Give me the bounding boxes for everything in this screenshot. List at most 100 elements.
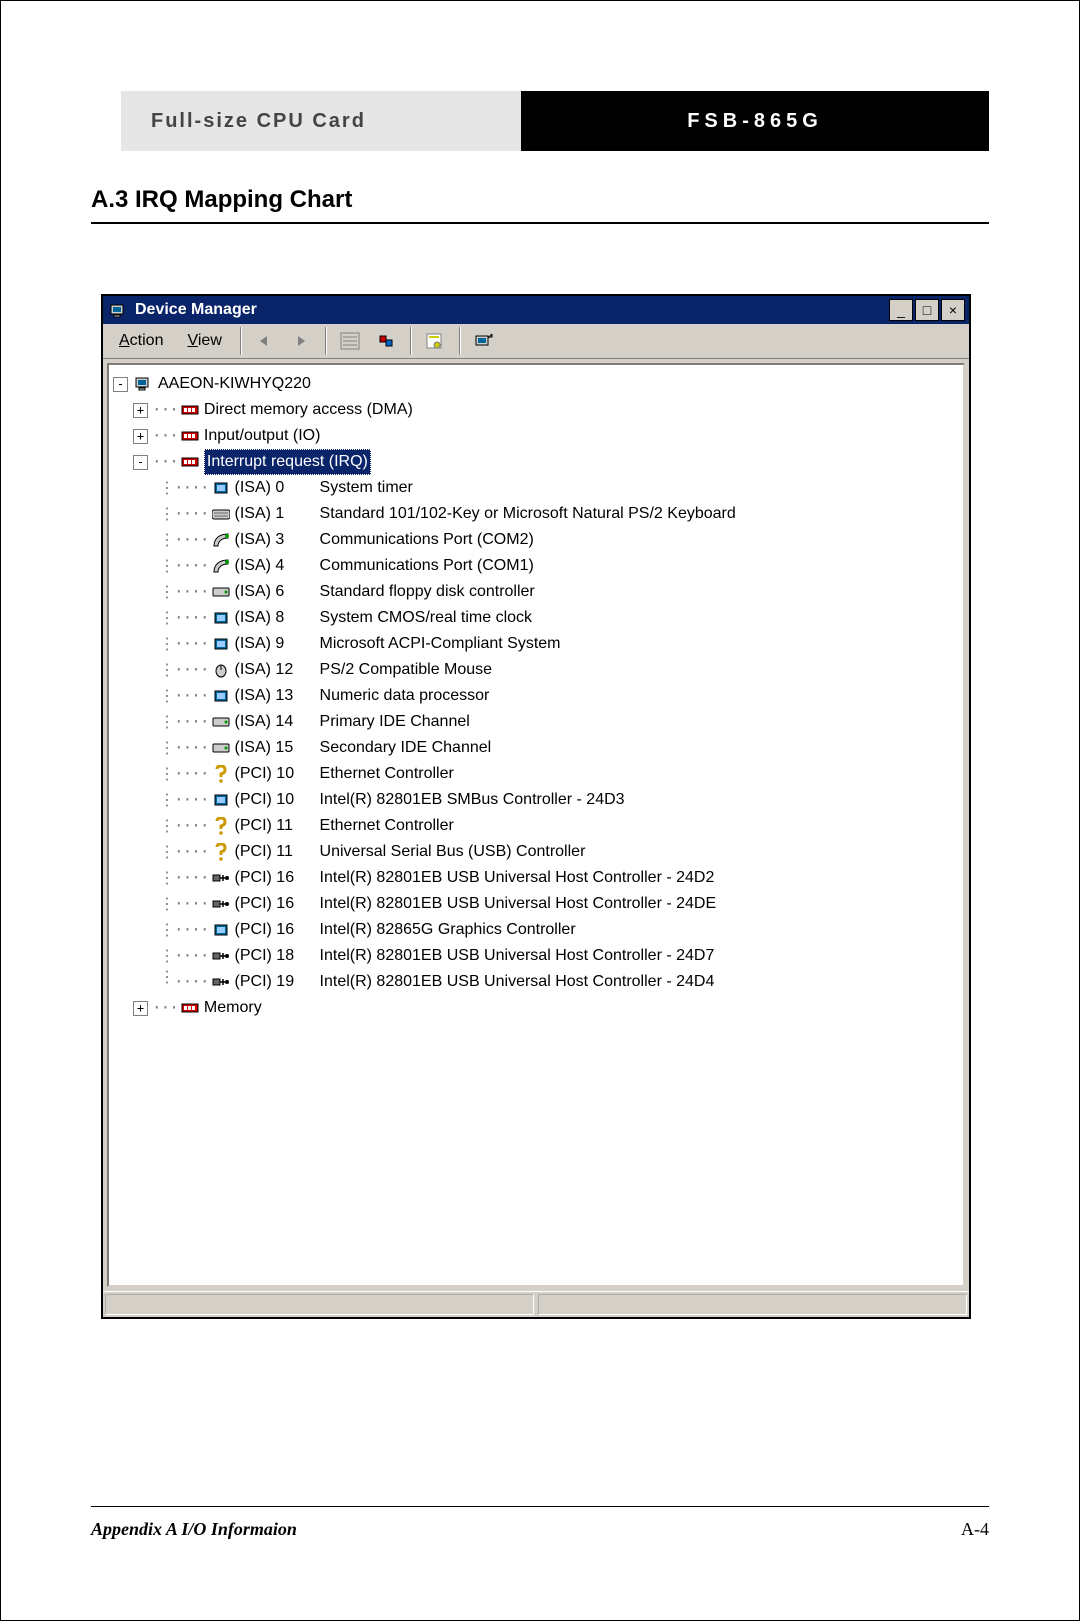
chip-icon (211, 687, 231, 705)
tree-irq-item[interactable]: ⋮····(ISA) 0System timer (113, 475, 959, 501)
statusbar (103, 1291, 969, 1317)
irq-device-name: Intel(R) 82801EB USB Universal Host Cont… (320, 945, 715, 967)
usb-icon (211, 973, 231, 991)
tree-irq-item[interactable]: ⋮····(PCI) 16Intel(R) 82865G Graphics Co… (113, 917, 959, 943)
irq-bus-label: (ISA) 0 (235, 477, 320, 499)
irq-device-name: Communications Port (COM2) (320, 529, 534, 551)
tree-connector: ⋮···· (159, 477, 209, 499)
expand-icon[interactable]: + (133, 1001, 148, 1016)
usb-icon (211, 869, 231, 887)
chip-icon (211, 609, 231, 627)
back-button[interactable] (249, 326, 281, 356)
tree-irq-item[interactable]: ⋮····(ISA) 14Primary IDE Channel (113, 709, 959, 735)
scan-button[interactable] (468, 326, 500, 356)
expand-icon[interactable]: + (133, 403, 148, 418)
irq-device-name: Numeric data processor (320, 685, 490, 707)
irq-bus-label: (PCI) 16 (235, 867, 320, 889)
irq-bus-label: (ISA) 14 (235, 711, 320, 733)
mouse-icon (211, 661, 231, 679)
window-title: Device Manager (135, 301, 889, 319)
chip-icon (211, 791, 231, 809)
irq-device-name: Intel(R) 82865G Graphics Controller (320, 919, 576, 941)
tree-connector: ⋮···· (159, 555, 209, 577)
view-tree-button[interactable] (334, 326, 366, 356)
tree-irq-item[interactable]: ⋮····(PCI) 19Intel(R) 82801EB USB Univer… (113, 969, 959, 995)
toolbar-separator (325, 327, 326, 355)
device-tree[interactable]: - AAEON-KIWHYQ220 + ··· Direct memory ac… (107, 363, 965, 1287)
tree-irq-item[interactable]: ⋮····(ISA) 3Communications Port (COM2) (113, 527, 959, 553)
irq-bus-label: (ISA) 15 (235, 737, 320, 759)
collapse-icon[interactable]: - (133, 455, 148, 470)
tree-connector: ⋮···· (159, 789, 209, 811)
status-cell (538, 1294, 967, 1315)
tree-irq-item[interactable]: ⋮····(PCI) 11Universal Serial Bus (USB) … (113, 839, 959, 865)
irq-bus-label: (PCI) 16 (235, 893, 320, 915)
tree-irq-item[interactable]: ⋮····(ISA) 9Microsoft ACPI-Compliant Sys… (113, 631, 959, 657)
tree-irq-item[interactable]: ⋮····(PCI) 11Ethernet Controller (113, 813, 959, 839)
tree-irq-item[interactable]: ⋮····(ISA) 15Secondary IDE Channel (113, 735, 959, 761)
menu-action[interactable]: Action (109, 330, 173, 352)
collapse-icon[interactable]: - (113, 377, 128, 392)
irq-bus-label: (ISA) 1 (235, 503, 320, 525)
tree-branch-dma[interactable]: + ··· Direct memory access (DMA) (113, 397, 959, 423)
menu-view[interactable]: View (177, 330, 231, 352)
tree-irq-item[interactable]: ⋮····(PCI) 16Intel(R) 82801EB USB Univer… (113, 865, 959, 891)
tree-branch-label-selected: Interrupt request (IRQ) (204, 449, 371, 475)
expand-icon[interactable]: + (133, 429, 148, 444)
tree-irq-item[interactable]: ⋮····(PCI) 18Intel(R) 82801EB USB Univer… (113, 943, 959, 969)
irq-device-name: Intel(R) 82801EB SMBus Controller - 24D3 (320, 789, 625, 811)
tree-irq-item[interactable]: ⋮····(PCI) 10Ethernet Controller (113, 761, 959, 787)
tree-branch-irq[interactable]: - ··· Interrupt request (IRQ) (113, 449, 959, 475)
irq-device-name: PS/2 Compatible Mouse (320, 659, 493, 681)
tree-irq-item[interactable]: ⋮····(ISA) 1Standard 101/102-Key or Micr… (113, 501, 959, 527)
properties-button[interactable] (419, 326, 451, 356)
tree-irq-item[interactable]: ⋮····(ISA) 13Numeric data processor (113, 683, 959, 709)
tree-connector: ⋮···· (159, 529, 209, 551)
irq-bus-label: (PCI) 18 (235, 945, 320, 967)
document-header: Full-size CPU Card FSB-865G (121, 91, 989, 151)
tree-connector: ⋮···· (159, 685, 209, 707)
tree-irq-item[interactable]: ⋮····(ISA) 6Standard floppy disk control… (113, 579, 959, 605)
usb-icon (211, 947, 231, 965)
show-hidden-button[interactable] (370, 326, 402, 356)
tree-connector: ⋮···· (159, 737, 209, 759)
tree-root-label: AAEON-KIWHYQ220 (158, 373, 311, 395)
section-title: A.3 IRQ Mapping Chart (91, 186, 989, 214)
menubar: Action View (103, 324, 969, 359)
tree-connector: ⋮···· (159, 607, 209, 629)
tree-irq-item[interactable]: ⋮····(ISA) 8System CMOS/real time clock (113, 605, 959, 631)
irq-bus-label: (ISA) 12 (235, 659, 320, 681)
status-cell (105, 1294, 534, 1315)
irq-bus-label: (ISA) 8 (235, 607, 320, 629)
forward-button[interactable] (285, 326, 317, 356)
tree-connector: ⋮···· (159, 633, 209, 655)
tree-connector: ⋮···· (159, 971, 209, 993)
toolbar-separator (410, 327, 411, 355)
disk-icon (211, 739, 231, 757)
tree-branch-io[interactable]: + ··· Input/output (IO) (113, 423, 959, 449)
tree-irq-item[interactable]: ⋮····(PCI) 10Intel(R) 82801EB SMBus Cont… (113, 787, 959, 813)
tree-irq-item[interactable]: ⋮····(PCI) 16Intel(R) 82801EB USB Univer… (113, 891, 959, 917)
toolbar-separator (459, 327, 460, 355)
irq-device-name: Communications Port (COM1) (320, 555, 534, 577)
tree-branch-memory[interactable]: + ··· Memory (113, 995, 959, 1021)
kbd-icon (211, 505, 231, 523)
port-icon (211, 557, 231, 575)
minimize-button[interactable]: _ (889, 299, 913, 321)
irq-bus-label: (ISA) 9 (235, 633, 320, 655)
tree-root[interactable]: - AAEON-KIWHYQ220 (113, 371, 959, 397)
titlebar: Device Manager _ □ × (103, 296, 969, 324)
footer-chapter: Appendix A I/O Informaion (91, 1519, 297, 1540)
irq-bus-label: (ISA) 4 (235, 555, 320, 577)
irq-bus-label: (PCI) 16 (235, 919, 320, 941)
tree-connector: ⋮···· (159, 867, 209, 889)
tree-branch-label: Direct memory access (DMA) (204, 399, 413, 421)
section-divider (91, 222, 989, 224)
irq-bus-label: (ISA) 6 (235, 581, 320, 603)
toolbar-separator (240, 327, 241, 355)
tree-irq-item[interactable]: ⋮···· (ISA) 4Communications Port (COM1) (113, 553, 959, 579)
tree-irq-item[interactable]: ⋮····(ISA) 12PS/2 Compatible Mouse (113, 657, 959, 683)
chip-icon (211, 479, 231, 497)
close-button[interactable]: × (941, 299, 965, 321)
maximize-button[interactable]: □ (915, 299, 939, 321)
